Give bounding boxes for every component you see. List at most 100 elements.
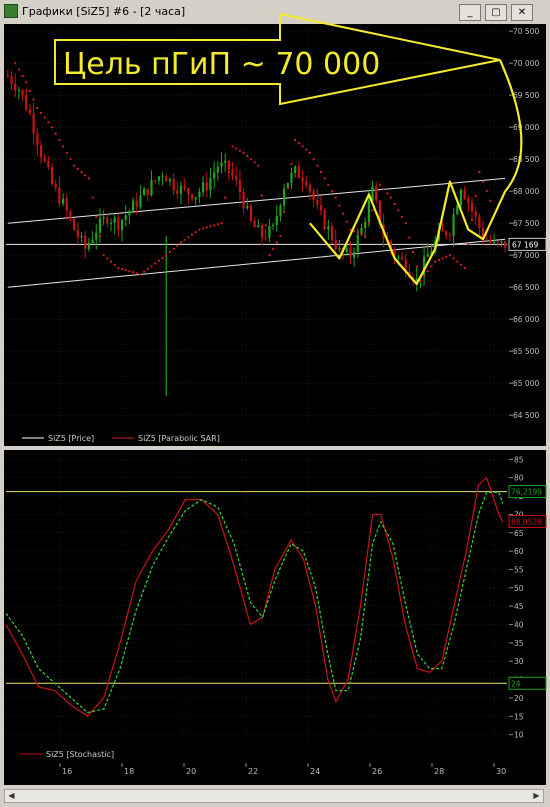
price-tick-label: 69 500 xyxy=(513,91,539,100)
annotation-text: Цель пГиП ~ 70 000 xyxy=(63,47,380,82)
candle-body xyxy=(194,197,197,200)
candle-body xyxy=(456,205,459,215)
stoch-tick-label: 30 xyxy=(514,657,524,666)
time-tick-label: 18 xyxy=(124,767,134,776)
sar-dot xyxy=(412,251,415,253)
sar-dot xyxy=(168,251,171,253)
sar-dot xyxy=(106,257,109,260)
candle-body xyxy=(76,230,79,238)
sar-dot xyxy=(448,254,451,257)
candle-body xyxy=(84,235,87,249)
sar-dot xyxy=(62,145,65,148)
stoch-tick-label: 80 xyxy=(514,474,524,483)
stoch-value-label: 24 xyxy=(511,679,521,688)
candle-body xyxy=(157,176,160,181)
sar-dot xyxy=(375,196,378,199)
sar-dot xyxy=(272,247,275,250)
sar-dot xyxy=(28,89,31,92)
candle-body xyxy=(338,247,341,250)
sar-dot xyxy=(32,98,35,101)
sar-dot xyxy=(408,236,411,239)
sar-dot xyxy=(312,158,315,161)
sar-dot xyxy=(187,236,190,239)
sar-dot xyxy=(51,126,54,129)
stoch-tick-label: 45 xyxy=(514,602,524,611)
sar-dot xyxy=(17,68,20,71)
candle-body xyxy=(50,167,54,185)
sar-dot xyxy=(76,167,79,170)
sar-dot xyxy=(231,145,234,148)
candle-body xyxy=(301,178,304,182)
candle-body xyxy=(91,239,94,244)
sar-dot xyxy=(176,244,179,247)
sar-dot xyxy=(386,192,389,195)
sar-dot xyxy=(124,269,127,272)
sar-dot xyxy=(452,257,455,260)
candle-body xyxy=(109,222,113,224)
candle-body xyxy=(224,160,227,163)
sar-dot xyxy=(415,265,418,268)
candle-body xyxy=(319,204,323,211)
last-price-label: 67 169 xyxy=(512,240,538,249)
candle-body xyxy=(294,166,297,173)
sar-dot xyxy=(253,161,256,164)
candle-body xyxy=(238,180,242,192)
price-tick-label: 70 500 xyxy=(513,27,539,36)
candle-body xyxy=(271,224,275,226)
candle-body xyxy=(500,241,503,243)
candle-body xyxy=(485,239,488,241)
sar-dot xyxy=(437,259,440,261)
candle-body xyxy=(220,162,223,167)
candle-body xyxy=(165,175,168,182)
sar-dot xyxy=(459,263,462,266)
stoch-tick-label: 35 xyxy=(514,639,524,648)
sar-dot xyxy=(238,149,241,152)
candle-body xyxy=(323,210,326,230)
sar-dot xyxy=(308,151,311,154)
sar-dot xyxy=(323,177,326,180)
candle-body xyxy=(305,181,308,186)
sar-dot xyxy=(69,158,72,161)
sar-dot xyxy=(382,188,385,191)
candle-body xyxy=(168,178,172,182)
sar-dot xyxy=(286,187,289,189)
candle-body xyxy=(65,198,68,212)
sar-dot xyxy=(209,225,212,228)
candle-body xyxy=(364,221,367,229)
candle-body xyxy=(187,188,190,195)
sar-dot xyxy=(235,147,238,150)
candle-body xyxy=(80,235,83,238)
sar-dot xyxy=(146,267,149,270)
horizontal-scrollbar[interactable]: ◀ ▶ xyxy=(4,789,544,803)
candle-body xyxy=(235,175,238,181)
candle-body xyxy=(283,188,286,206)
sar-dot xyxy=(58,139,61,141)
candle-body xyxy=(246,205,249,209)
sar-dot xyxy=(132,271,135,274)
sar-dot xyxy=(191,233,194,236)
sar-dot xyxy=(441,257,444,260)
stoch-panel[interactable] xyxy=(4,450,509,763)
sar-dot xyxy=(456,260,459,263)
sar-dot xyxy=(161,256,164,259)
candle-body xyxy=(470,203,474,211)
sar-dot xyxy=(257,164,260,167)
price-panel[interactable] xyxy=(4,24,509,446)
sar-dot xyxy=(463,267,466,269)
candle-body xyxy=(448,235,452,237)
candle-body xyxy=(161,175,164,177)
sar-dot xyxy=(349,228,352,231)
sar-dot xyxy=(135,272,138,275)
stoch-value-label: 68,0528 xyxy=(511,518,542,527)
sar-dot xyxy=(87,177,90,180)
sar-dot xyxy=(397,209,400,212)
sar-dot xyxy=(202,227,205,230)
scroll-left-icon[interactable]: ◀ xyxy=(5,790,18,802)
candle-body xyxy=(25,95,28,110)
sar-dot xyxy=(360,233,363,236)
candle-body xyxy=(242,191,245,209)
candle-body xyxy=(128,210,131,216)
scroll-right-icon[interactable]: ▶ xyxy=(530,790,543,802)
sar-dot xyxy=(393,203,396,205)
sar-dot xyxy=(478,171,481,173)
